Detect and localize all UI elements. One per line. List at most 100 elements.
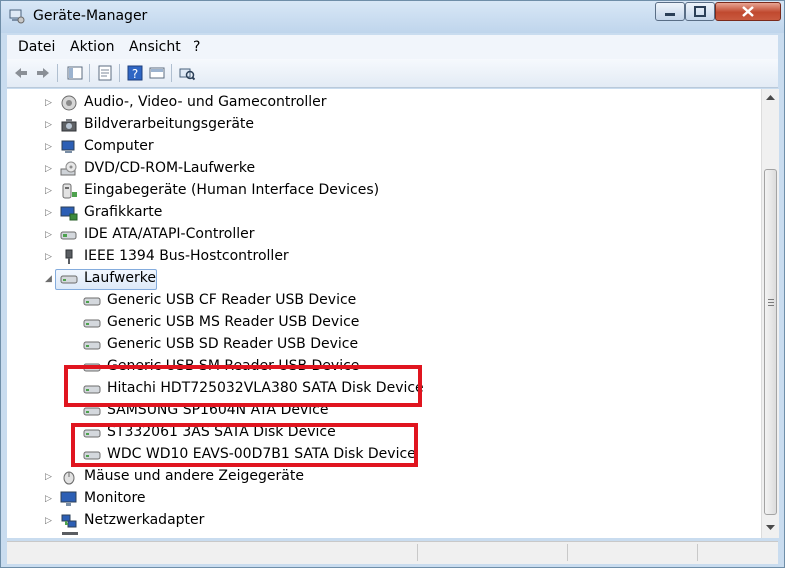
expand-arrow-icon[interactable]: ▷ xyxy=(45,209,53,218)
scroll-up-icon[interactable] xyxy=(766,94,775,100)
tree-item-label: Eingabegeräte (Human Interface Devices) xyxy=(84,182,380,198)
expand-arrow-icon[interactable]: ▷ xyxy=(45,253,53,262)
window-title: Geräte-Manager xyxy=(33,8,148,24)
tree-item-label: Generic USB MS Reader USB Device xyxy=(107,314,360,330)
minimize-button[interactable] xyxy=(655,2,685,21)
maximize-icon xyxy=(694,6,706,17)
tree-device[interactable]: Generic USB MS Reader USB Device xyxy=(7,312,761,334)
grip-line xyxy=(768,305,774,306)
minimize-icon xyxy=(665,13,675,16)
expand-arrow-icon[interactable]: ▷ xyxy=(45,231,53,240)
tree-item-label: Audio-, Video- und Gamecontroller xyxy=(84,94,327,110)
tree-category-ide[interactable]: ▷ IDE ATA/ATAPI-Controller xyxy=(7,224,761,246)
hid-icon xyxy=(62,183,77,199)
tree-category-laufwerke[interactable]: ◢ Laufwerke xyxy=(7,268,761,290)
tree-category-hid[interactable]: ▷ Eingabegeräte (Human Interface Devices… xyxy=(7,180,761,202)
menu-help[interactable]: ? xyxy=(193,39,200,55)
network-adapter-icon xyxy=(61,514,77,528)
display-adapter-icon xyxy=(60,206,78,221)
tree-category-computer[interactable]: ▷ Computer xyxy=(7,136,761,158)
tree-item-label: Netzwerkadapter xyxy=(84,512,205,528)
status-bar xyxy=(7,541,778,564)
scroll-down-icon[interactable] xyxy=(766,525,775,531)
tree-item-label: Bildverarbeitungsgeräte xyxy=(84,116,255,132)
help-icon[interactable]: ? xyxy=(127,65,143,81)
expand-arrow-icon[interactable]: ▷ xyxy=(45,517,53,526)
toolbar-separator xyxy=(89,64,90,82)
tree-device[interactable]: Generic USB CF Reader USB Device xyxy=(7,290,761,312)
expand-arrow-icon[interactable]: ▷ xyxy=(45,143,53,152)
status-cell xyxy=(417,544,568,561)
monitor-icon xyxy=(60,491,77,506)
tree-item-label: Monitore xyxy=(84,490,146,506)
maximize-button[interactable] xyxy=(685,2,715,21)
tree-item-label: Laufwerke xyxy=(84,270,156,286)
expand-arrow-icon[interactable]: ▷ xyxy=(45,121,53,130)
menu-datei[interactable]: Datei xyxy=(18,39,55,55)
dvd-drive-icon xyxy=(60,161,77,176)
menu-ansicht[interactable]: Ansicht xyxy=(129,39,181,55)
collapse-arrow-icon[interactable]: ◢ xyxy=(45,275,53,284)
view-icon[interactable] xyxy=(149,65,165,81)
scan-hardware-icon[interactable] xyxy=(179,65,195,81)
expand-arrow-icon[interactable]: ▷ xyxy=(45,473,53,482)
disk-drive-icon xyxy=(60,275,78,284)
annotation-box-st-wdc xyxy=(71,423,418,467)
annotation-box-hitachi xyxy=(64,365,422,407)
tree-item-label: Generic USB CF Reader USB Device xyxy=(107,292,357,308)
expand-arrow-icon[interactable]: ▷ xyxy=(45,495,53,504)
back-icon[interactable] xyxy=(13,65,29,81)
menu-aktion[interactable]: Aktion xyxy=(70,39,115,55)
tree-category-ieee1394[interactable]: ▷ IEEE 1394 Bus-Hostcontroller xyxy=(7,246,761,268)
tree-item-label: DVD/CD-ROM-Laufwerke xyxy=(84,160,256,176)
status-cell xyxy=(697,544,778,561)
tree-item-label: Mäuse und andere Zeigegeräte xyxy=(84,468,304,484)
camera-icon xyxy=(61,119,77,132)
menu-bar: Datei Aktion Ansicht ? xyxy=(7,35,778,59)
tree-item-label: Generic USB SD Reader USB Device xyxy=(107,336,359,352)
device-tree: ▷ Audio-, Video- und Gamecontroller ▷ Bi… xyxy=(7,89,761,538)
ide-controller-icon xyxy=(60,231,77,240)
tree-category-audio[interactable]: ▷ Audio-, Video- und Gamecontroller xyxy=(7,92,761,114)
svg-text:?: ? xyxy=(132,67,138,81)
disk-drive-icon xyxy=(83,319,101,328)
device-manager-icon xyxy=(9,9,25,24)
close-icon xyxy=(742,6,754,17)
device-manager-window: Geräte-Manager Datei Aktion Ansicht ? ? xyxy=(0,0,785,568)
firewire-icon xyxy=(65,249,73,264)
tree-category-graphics[interactable]: ▷ Grafikkarte xyxy=(7,202,761,224)
computer-icon xyxy=(61,140,75,153)
title-bar[interactable]: Geräte-Manager xyxy=(1,1,784,33)
forward-icon[interactable] xyxy=(35,65,51,81)
toolbar-separator xyxy=(119,64,120,82)
disk-drive-icon xyxy=(83,297,101,306)
status-cell xyxy=(567,544,698,561)
tree-device[interactable]: Generic USB SD Reader USB Device xyxy=(7,334,761,356)
tree-category-dvd[interactable]: ▷ DVD/CD-ROM-Laufwerke xyxy=(7,158,761,180)
expand-arrow-icon[interactable]: ▷ xyxy=(45,165,53,174)
tree-item-partial xyxy=(7,532,761,538)
expand-arrow-icon[interactable]: ▷ xyxy=(45,99,53,108)
toolbar-separator xyxy=(171,64,172,82)
speaker-icon xyxy=(61,95,77,111)
vertical-scrollbar[interactable] xyxy=(761,89,779,538)
tree-item-label: IDE ATA/ATAPI-Controller xyxy=(84,226,255,242)
partial-icon xyxy=(62,532,78,535)
toolbar: ? xyxy=(7,59,778,88)
expand-arrow-icon[interactable]: ▷ xyxy=(45,187,53,196)
tree-category-network[interactable]: ▷ Netzwerkadapter xyxy=(7,510,761,532)
tree-item-label: IEEE 1394 Bus-Hostcontroller xyxy=(84,248,289,264)
tree-category-imaging[interactable]: ▷ Bildverarbeitungsgeräte xyxy=(7,114,761,136)
scrollbar-thumb[interactable] xyxy=(764,169,777,515)
close-button[interactable] xyxy=(715,2,781,21)
properties-icon[interactable] xyxy=(97,65,113,81)
tree-item-label: Computer xyxy=(84,138,154,154)
grip-line xyxy=(768,302,774,303)
tree-category-mouse[interactable]: ▷ Mäuse und andere Zeigegeräte xyxy=(7,466,761,488)
show-hide-tree-icon[interactable] xyxy=(67,65,83,81)
tree-category-monitor[interactable]: ▷ Monitore xyxy=(7,488,761,510)
toolbar-separator xyxy=(57,64,58,82)
tree-item-label: Grafikkarte xyxy=(84,204,163,220)
disk-drive-icon xyxy=(83,341,101,350)
grip-line xyxy=(768,299,774,300)
